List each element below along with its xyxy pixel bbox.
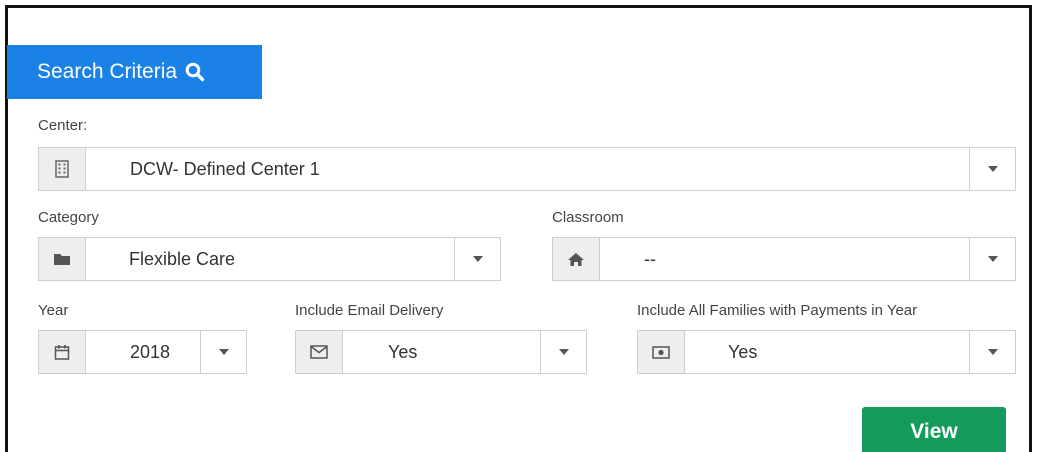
calendar-icon xyxy=(39,331,86,373)
email-delivery-label: Include Email Delivery xyxy=(295,302,444,319)
view-button[interactable]: View xyxy=(862,407,1006,452)
chevron-down-icon[interactable] xyxy=(969,148,1015,190)
email-delivery-select[interactable]: Yes xyxy=(295,330,587,374)
year-label: Year xyxy=(38,302,69,319)
category-label: Category xyxy=(38,209,99,226)
folder-icon xyxy=(39,238,86,280)
category-select[interactable]: Flexible Care xyxy=(38,237,501,281)
classroom-select[interactable]: -- xyxy=(552,237,1016,281)
chevron-down-icon[interactable] xyxy=(200,331,246,373)
center-select[interactable]: DCW- Defined Center 1 xyxy=(38,147,1016,191)
chevron-down-icon[interactable] xyxy=(540,331,586,373)
chevron-down-icon[interactable] xyxy=(969,331,1015,373)
building-icon xyxy=(39,148,86,190)
year-select[interactable]: 2018 xyxy=(38,330,247,374)
classroom-value: -- xyxy=(644,248,656,269)
classroom-label: Classroom xyxy=(552,209,624,226)
center-value: DCW- Defined Center 1 xyxy=(130,158,320,179)
all-families-label: Include All Families with Payments in Ye… xyxy=(637,302,918,319)
home-icon xyxy=(553,238,600,280)
chevron-down-icon[interactable] xyxy=(969,238,1015,280)
search-criteria-header: Search Criteria xyxy=(7,45,262,99)
header-title: Search Criteria xyxy=(37,60,178,83)
money-icon xyxy=(638,331,685,373)
all-families-select[interactable]: Yes xyxy=(637,330,1016,374)
email-delivery-value: Yes xyxy=(388,341,418,362)
all-families-value: Yes xyxy=(728,341,758,362)
envelope-icon xyxy=(296,331,343,373)
category-value: Flexible Care xyxy=(129,248,236,269)
chevron-down-icon[interactable] xyxy=(454,238,500,280)
search-icon xyxy=(185,62,205,82)
center-label: Center: xyxy=(38,117,88,134)
year-value: 2018 xyxy=(130,341,171,362)
